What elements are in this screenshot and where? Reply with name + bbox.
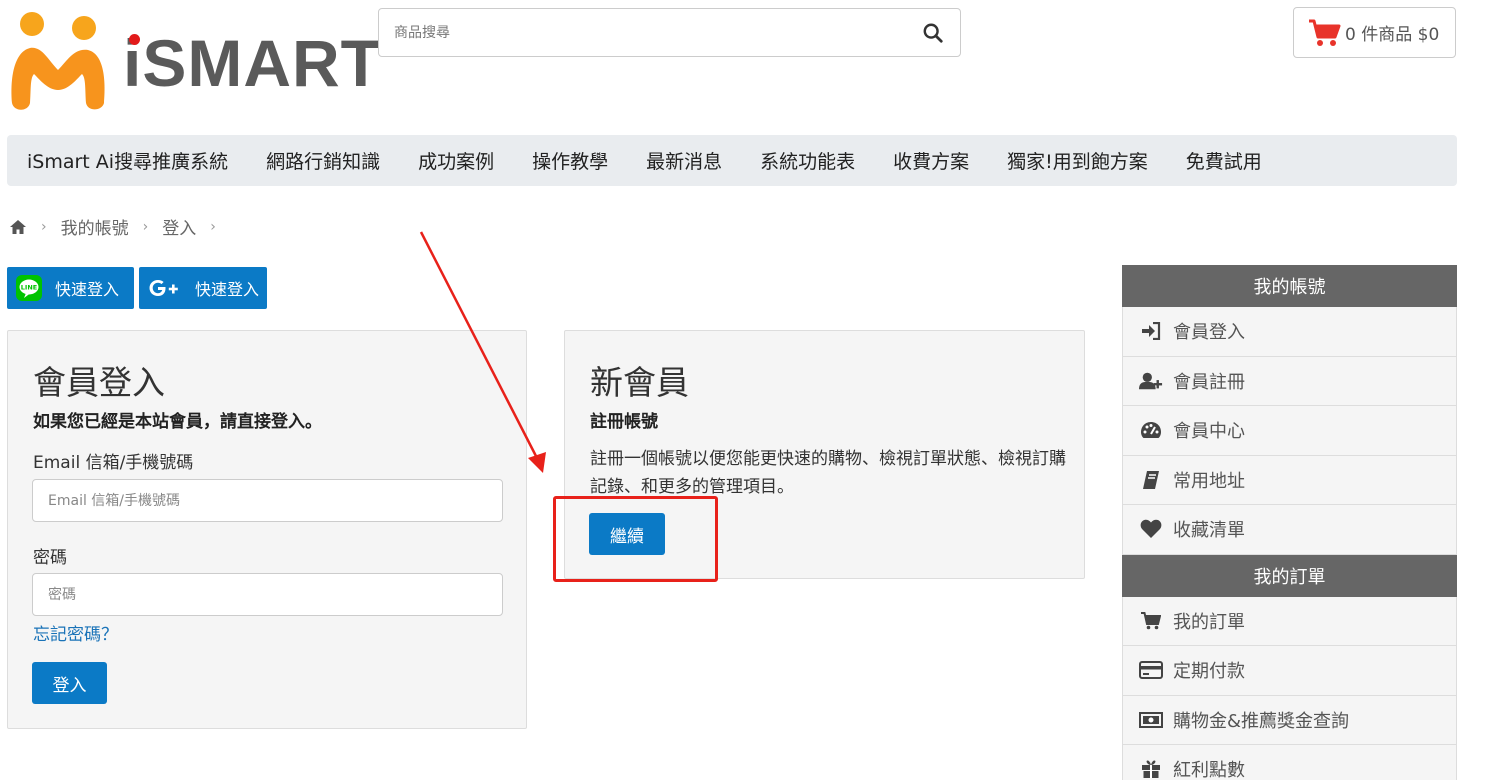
search-icon[interactable]: [922, 22, 944, 44]
nav-item-news[interactable]: 最新消息: [646, 147, 722, 174]
annotation-highlight-box: [553, 496, 718, 582]
breadcrumb: › 我的帳號 › 登入 ›: [9, 214, 230, 239]
breadcrumb-my-account[interactable]: 我的帳號: [61, 214, 129, 239]
money-icon: [1139, 711, 1163, 728]
member-login-panel: 會員登入 如果您已經是本站會員，請直接登入。 Email 信箱/手機號碼 密碼 …: [7, 330, 527, 729]
nav-item-ai-search[interactable]: iSmart Ai搜尋推廣系統: [27, 147, 228, 174]
line-login-label: 快速登入: [55, 280, 120, 299]
sidebar-header-my-orders: 我的訂單: [1122, 554, 1457, 597]
main-nav: iSmart Ai搜尋推廣系統 網路行銷知識 成功案例 操作教學 最新消息 系統…: [7, 135, 1457, 186]
login-panel-subtitle: 如果您已經是本站會員，請直接登入。: [33, 412, 322, 432]
chevron-right-icon: ›: [210, 218, 216, 235]
user-plus-icon: [1139, 371, 1163, 391]
home-icon[interactable]: [9, 219, 27, 235]
sidebar-header-my-account: 我的帳號: [1122, 265, 1457, 307]
password-field[interactable]: [33, 574, 502, 615]
new-member-subtitle: 註冊帳號: [590, 412, 658, 432]
search-input[interactable]: [379, 9, 899, 56]
email-label: Email 信箱/手機號碼: [33, 453, 194, 473]
sidebar-item-reward-points[interactable]: 紅利點數: [1122, 745, 1457, 780]
sidebar-item-recurring-payment[interactable]: 定期付款: [1122, 646, 1457, 696]
google-login-label: 快速登入: [195, 280, 260, 299]
breadcrumb-login[interactable]: 登入: [162, 214, 196, 239]
google-plus-icon: [147, 276, 183, 300]
cart-button[interactable]: 0 件商品 $0: [1293, 7, 1456, 58]
nav-item-features[interactable]: 系統功能表: [760, 147, 855, 174]
sidebar-item-member-center[interactable]: 會員中心: [1122, 406, 1457, 456]
forgot-password-link[interactable]: 忘記密碼？: [33, 620, 118, 645]
logo-dot: [129, 34, 140, 45]
sidebar-item-member-register[interactable]: 會員註冊: [1122, 356, 1457, 406]
svg-text:LINE: LINE: [21, 284, 37, 292]
chevron-right-icon: ›: [142, 218, 149, 235]
sidebar-item-label: 常用地址: [1173, 470, 1245, 492]
sidebar-item-my-orders[interactable]: 我的訂單: [1122, 596, 1457, 646]
sidebar-item-member-login[interactable]: 會員登入: [1122, 307, 1457, 357]
credit-card-icon: [1139, 661, 1163, 680]
nav-item-marketing-knowledge[interactable]: 網路行銷知識: [266, 147, 380, 174]
login-panel-title: 會員登入: [33, 363, 165, 402]
cart-summary: 0 件商品 $0: [1345, 25, 1440, 45]
sidebar-item-label: 購物金&推薦獎金查詢: [1173, 710, 1350, 732]
search-bar: [378, 8, 961, 57]
nav-item-tutorials[interactable]: 操作教學: [532, 147, 608, 174]
login-button[interactable]: 登入: [32, 662, 107, 704]
nav-item-pricing[interactable]: 收費方案: [893, 147, 969, 174]
line-icon: LINE: [15, 274, 43, 302]
nav-item-free-trial[interactable]: 免費試用: [1186, 147, 1262, 174]
logo-text: iSMART: [123, 26, 382, 100]
sidebar-item-label: 會員登入: [1173, 322, 1245, 344]
site-logo[interactable]: iSMART: [8, 8, 381, 113]
sidebar-item-label: 會員註冊: [1173, 371, 1245, 393]
gift-icon: [1139, 759, 1163, 779]
chevron-right-icon: ›: [41, 218, 47, 235]
sign-in-icon: [1139, 322, 1163, 341]
email-field-wrapper: [32, 479, 503, 522]
email-field[interactable]: [33, 480, 502, 521]
nav-item-success-cases[interactable]: 成功案例: [418, 147, 494, 174]
dashboard-icon: [1139, 421, 1163, 439]
sidebar-item-label: 會員中心: [1173, 421, 1245, 443]
sidebar-item-credit-bonus[interactable]: 購物金&推薦獎金查詢: [1122, 695, 1457, 745]
cart-icon: [1139, 611, 1163, 630]
sidebar-item-wishlist[interactable]: 收藏清單: [1122, 505, 1457, 555]
google-login-button[interactable]: 快速登入: [139, 267, 267, 309]
sidebar-item-label: 我的訂單: [1173, 611, 1245, 633]
new-member-description: 註冊一個帳號以便您能更快速的購物、檢視訂單狀態、檢視訂購記錄、和更多的管理項目。: [590, 449, 1066, 497]
account-sidebar: 我的帳號 會員登入 會員註冊 會員中心 常用地址 收藏清單 我的訂單 我的訂單 …: [1122, 265, 1457, 780]
sidebar-item-label: 收藏清單: [1173, 520, 1245, 542]
password-field-wrapper: [32, 573, 503, 616]
heart-icon: [1139, 519, 1163, 539]
new-member-title: 新會員: [590, 363, 689, 402]
line-login-button[interactable]: LINE 快速登入: [7, 267, 134, 309]
nav-item-unlimited-plan[interactable]: 獨家!用到飽方案: [1007, 147, 1148, 174]
sidebar-item-label: 定期付款: [1173, 661, 1245, 683]
sidebar-item-label: 紅利點數: [1173, 760, 1245, 780]
sidebar-item-address-book[interactable]: 常用地址: [1122, 455, 1457, 505]
address-book-icon: [1139, 470, 1163, 490]
password-label: 密碼: [33, 548, 67, 568]
logo-mascot-icon: [11, 12, 105, 110]
shopping-cart-icon: [1309, 19, 1341, 46]
